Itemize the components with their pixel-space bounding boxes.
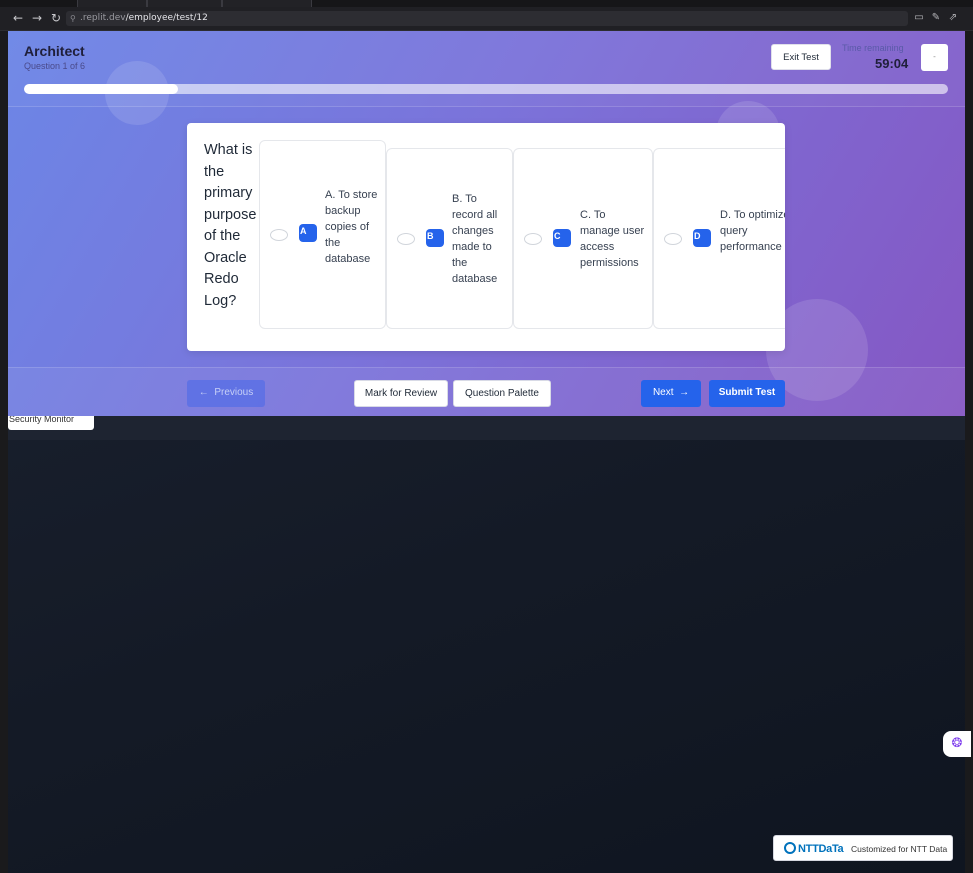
- option-radio[interactable]: [270, 229, 288, 241]
- chat-icon[interactable]: ▭: [912, 11, 926, 25]
- next-label: Next: [652, 387, 674, 398]
- page-title: Architect: [24, 43, 85, 59]
- tab-strip: [0, 0, 973, 7]
- option-text: D. To optimize query performance: [720, 209, 785, 253]
- option-radio[interactable]: [664, 233, 682, 245]
- progress-fill: [24, 84, 179, 94]
- option-letter-badge: A: [299, 224, 317, 242]
- forward-arrow-icon[interactable]: →: [30, 11, 44, 25]
- ntt-data-logo: NTTDaTa: [784, 842, 844, 855]
- brain-icon[interactable]: ❂: [943, 731, 971, 757]
- exit-test-button[interactable]: Exit Test: [771, 44, 831, 70]
- submit-test-button[interactable]: Submit Test: [709, 380, 785, 407]
- option-b[interactable]: B B. To record all changes made to the d…: [386, 148, 513, 329]
- option-a[interactable]: A A. To store backup copies of the datab…: [259, 140, 386, 329]
- question-palette-button[interactable]: Question Palette: [453, 380, 551, 407]
- option-radio[interactable]: [524, 233, 542, 245]
- url-host: .replit.dev: [80, 13, 126, 23]
- option-text: B. To record all changes made to the dat…: [452, 193, 498, 285]
- next-button[interactable]: Next →: [641, 380, 701, 407]
- option-letter-badge: D: [693, 229, 711, 247]
- previous-button[interactable]: ← Previous: [187, 380, 265, 407]
- arrow-right-icon: →: [679, 387, 690, 398]
- question-card: What is the primary purpose of the Oracl…: [187, 123, 785, 351]
- browser-tab[interactable]: [222, 0, 312, 7]
- option-radio[interactable]: [397, 233, 415, 245]
- ntt-data-badge: NTTDaTa Customized for NTT Data: [773, 835, 953, 861]
- arrow-left-icon: ←: [198, 387, 209, 398]
- back-arrow-icon[interactable]: ←: [11, 11, 25, 25]
- progress-bar: [24, 84, 948, 94]
- timer-value: 59:04: [875, 56, 909, 71]
- option-letter-badge: C: [553, 229, 571, 247]
- browser-tab[interactable]: [147, 0, 222, 7]
- reload-icon[interactable]: ↻: [49, 11, 63, 25]
- option-d[interactable]: D D. To optimize query performance: [653, 148, 785, 329]
- option-text: C. To manage user access permissions: [580, 209, 645, 269]
- question-text: What is the primary purpose of the Oracl…: [204, 142, 257, 309]
- option-c[interactable]: C C. To manage user access permissions: [513, 148, 653, 329]
- address-bar[interactable]: ⚲ .replit.dev/employee/test/12: [66, 11, 908, 26]
- url-path: /employee/test/12: [125, 13, 208, 23]
- time-remaining-label: Time remaining: [842, 43, 904, 53]
- wrench-icon[interactable]: ✎: [929, 11, 943, 25]
- open-external-icon[interactable]: ⇗: [946, 11, 960, 25]
- previous-label: Previous: [214, 387, 254, 398]
- browser-tab-active[interactable]: [77, 0, 147, 7]
- option-letter-badge: B: [426, 229, 444, 247]
- page-band: [8, 416, 965, 440]
- question-counter: Question 1 of 6: [24, 61, 86, 71]
- option-text: A. To store backup copies of the databas…: [325, 189, 378, 265]
- link-icon: ⚲: [70, 14, 76, 23]
- test-header: Architect Question 1 of 6 Exit Test Time…: [8, 31, 965, 107]
- mark-for-review-button[interactable]: Mark for Review: [354, 380, 448, 407]
- window-frame-left: [0, 31, 8, 873]
- test-footer: ← Previous Mark for Review Question Pale…: [8, 367, 965, 416]
- menu-button[interactable]: -: [921, 44, 948, 71]
- browser-toolbar: ← → ↻ ⚲ .replit.dev/employee/test/12 ▭ ✎…: [0, 7, 973, 31]
- security-monitor-tab[interactable]: Security Monitor: [8, 416, 94, 430]
- page-viewport: Architect Question 1 of 6 Exit Test Time…: [8, 31, 971, 873]
- test-app: Architect Question 1 of 6 Exit Test Time…: [8, 31, 965, 416]
- ntt-data-caption: Customized for NTT Data: [851, 844, 948, 854]
